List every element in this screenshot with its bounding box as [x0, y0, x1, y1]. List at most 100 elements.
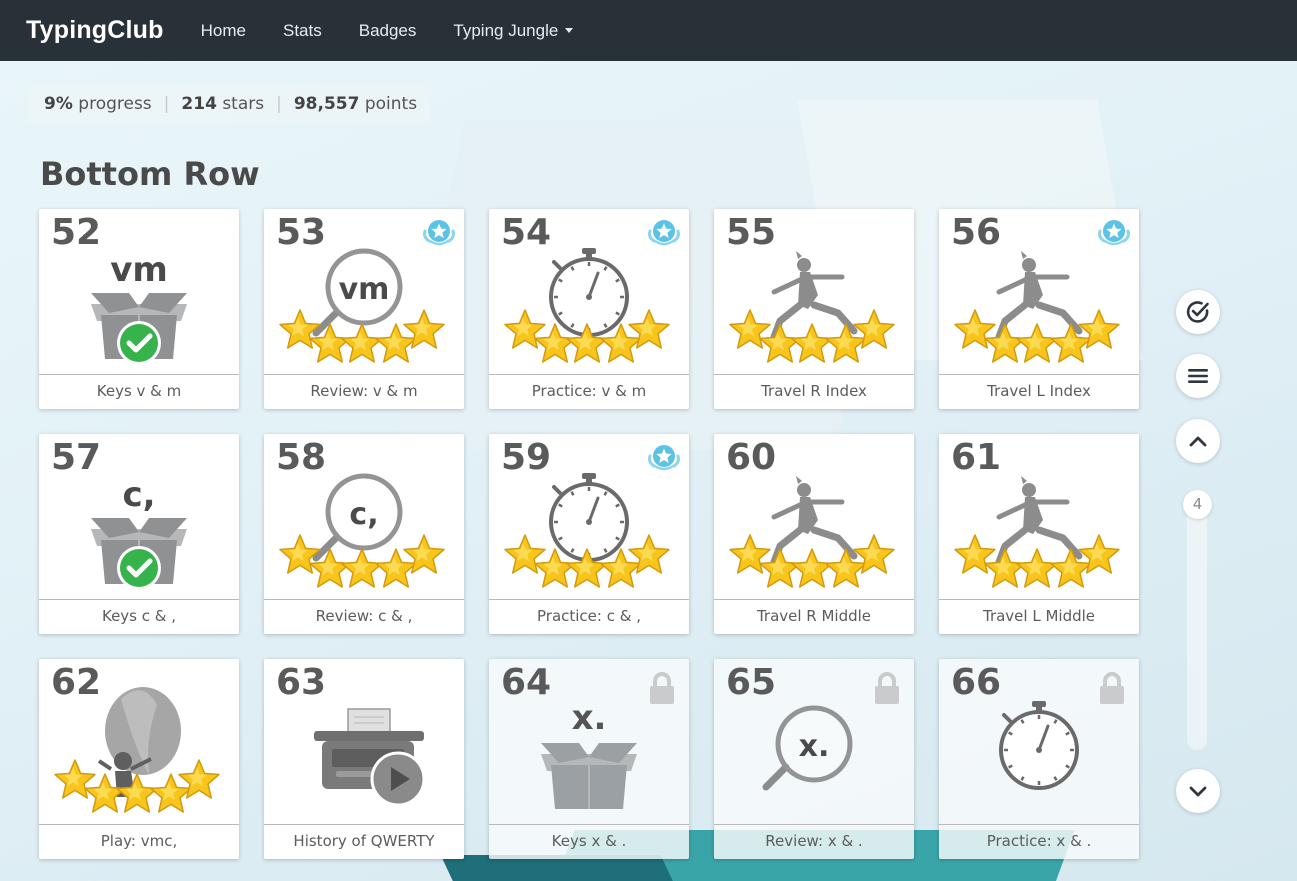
lesson-card[interactable]: 62 Play: vmc,	[39, 659, 239, 859]
svg-text:x.: x.	[799, 729, 830, 764]
lesson-number: 56	[951, 212, 1002, 253]
lesson-number: 63	[276, 662, 327, 703]
points-value: 98,557	[293, 94, 360, 114]
lesson-title: Practice: x & .	[939, 824, 1139, 859]
star-badge-icon	[423, 220, 455, 246]
magnifier-icon: c,	[312, 473, 403, 562]
lesson-card[interactable]: c, 57 Keys c & ,	[39, 434, 239, 634]
lesson-number: 55	[726, 212, 777, 253]
yoga-figure-icon	[770, 251, 858, 341]
nav-home[interactable]: Home	[201, 21, 246, 41]
lesson-title: Review: x & .	[714, 824, 914, 859]
divider: |	[163, 94, 170, 114]
lesson-card[interactable]: x. 65 Review: x & .	[714, 659, 914, 859]
lock-icon	[1100, 672, 1124, 704]
svg-text:c,: c,	[122, 475, 155, 515]
check-progress-button[interactable]	[1176, 290, 1220, 334]
hamburger-icon	[1188, 369, 1208, 383]
lock-icon	[650, 672, 674, 704]
yoga-figure-icon	[995, 476, 1083, 566]
lesson-title: Keys c & ,	[39, 599, 239, 634]
lesson-card[interactable]: c, 58 Review: c & ,	[264, 434, 464, 634]
svg-text:vm: vm	[339, 272, 390, 307]
scroll-track[interactable]	[1187, 500, 1207, 750]
lesson-title: Practice: c & ,	[489, 599, 689, 634]
lesson-number: 60	[726, 437, 777, 478]
nav-badges[interactable]: Badges	[359, 21, 417, 41]
lesson-number: 53	[276, 212, 327, 253]
caret-down-icon	[565, 28, 574, 33]
lesson-card[interactable]: vm 53 Review: v & m	[264, 209, 464, 409]
lesson-grid: vm 52 Keys v & m vm 53 Review: v & m 54 P…	[39, 209, 1140, 860]
lesson-title: Review: c & ,	[264, 599, 464, 634]
svg-text:c,: c,	[349, 497, 378, 532]
lesson-title: Travel R Index	[714, 374, 914, 409]
menu-button[interactable]	[1176, 354, 1220, 398]
star-badge-icon	[648, 445, 680, 471]
page-indicator[interactable]: 4	[1183, 490, 1212, 519]
check-circle-icon	[117, 321, 161, 365]
scroll-up-button[interactable]	[1176, 419, 1220, 463]
lock-icon	[875, 672, 899, 704]
scroll-down-button[interactable]	[1176, 769, 1220, 813]
stars-label: stars	[222, 94, 265, 114]
lesson-number: 58	[276, 437, 327, 478]
play-video-icon	[370, 751, 426, 807]
star-badge-icon	[648, 220, 680, 246]
svg-text:vm: vm	[110, 250, 168, 290]
lesson-number: 66	[951, 662, 1002, 703]
brand-logo[interactable]: TypingClub	[26, 16, 164, 45]
lesson-card[interactable]: 55 Travel R Index	[714, 209, 914, 409]
svg-text:x.: x.	[572, 698, 607, 738]
progress-summary: 9% progress | 214 stars | 98,557 points	[27, 85, 431, 123]
nav-stats[interactable]: Stats	[283, 21, 322, 41]
magnifier-icon: x.	[762, 705, 853, 791]
lesson-number: 61	[951, 437, 1002, 478]
lesson-number: 54	[501, 212, 552, 253]
nav-typing-jungle-label: Typing Jungle	[453, 20, 559, 40]
open-box-icon	[541, 743, 637, 809]
stopwatch-icon-art	[549, 248, 629, 337]
lesson-card[interactable]: 56 Travel L Index	[939, 209, 1139, 409]
lesson-title: Play: vmc,	[39, 824, 239, 859]
lesson-card[interactable]: 61 Travel L Middle	[939, 434, 1139, 634]
star-badge-icon	[1098, 220, 1130, 246]
lesson-title: Keys x & .	[489, 824, 689, 859]
lesson-title: Review: v & m	[264, 374, 464, 409]
check-circle-icon	[1186, 301, 1209, 323]
chevron-up-icon	[1189, 436, 1207, 447]
top-navbar: TypingClub Home Stats Badges Typing Jung…	[0, 0, 1297, 61]
lesson-card[interactable]: 54 Practice: v & m	[489, 209, 689, 409]
lesson-title: Travel L Middle	[939, 599, 1139, 634]
yoga-figure-icon	[995, 251, 1083, 341]
progress-value: 9%	[44, 94, 73, 114]
lesson-card[interactable]: 66 Practice: x & .	[939, 659, 1139, 859]
yoga-figure-icon	[770, 476, 858, 566]
lesson-number: 57	[51, 437, 102, 478]
section-title: Bottom Row	[40, 155, 260, 193]
lesson-card[interactable]: 63 History of QWERTY	[264, 659, 464, 859]
chevron-down-icon	[1189, 786, 1207, 797]
lesson-number: 64	[501, 662, 552, 703]
stars-value: 214	[181, 94, 217, 114]
nav-typing-jungle-dropdown[interactable]: Typing Jungle	[453, 20, 574, 41]
lesson-number: 62	[51, 662, 102, 703]
points-label: points	[364, 94, 418, 114]
lesson-title: Travel R Middle	[714, 599, 914, 634]
lesson-number: 59	[501, 437, 552, 478]
stopwatch-icon-art	[999, 701, 1079, 790]
magnifier-icon: vm	[312, 248, 403, 337]
lesson-title: History of QWERTY	[264, 824, 464, 859]
divider: |	[276, 94, 282, 114]
lesson-card[interactable]: x. 64 Keys x & .	[489, 659, 689, 859]
check-circle-icon	[117, 546, 161, 590]
lesson-title: Travel L Index	[939, 374, 1139, 409]
lesson-number: 52	[51, 212, 102, 253]
lesson-card[interactable]: 59 Practice: c & ,	[489, 434, 689, 634]
stopwatch-icon-art	[549, 473, 629, 562]
lesson-title: Keys v & m	[39, 374, 239, 409]
lesson-title: Practice: v & m	[489, 374, 689, 409]
lesson-card[interactable]: 60 Travel R Middle	[714, 434, 914, 634]
lesson-card[interactable]: vm 52 Keys v & m	[39, 209, 239, 409]
lesson-number: 65	[726, 662, 777, 703]
